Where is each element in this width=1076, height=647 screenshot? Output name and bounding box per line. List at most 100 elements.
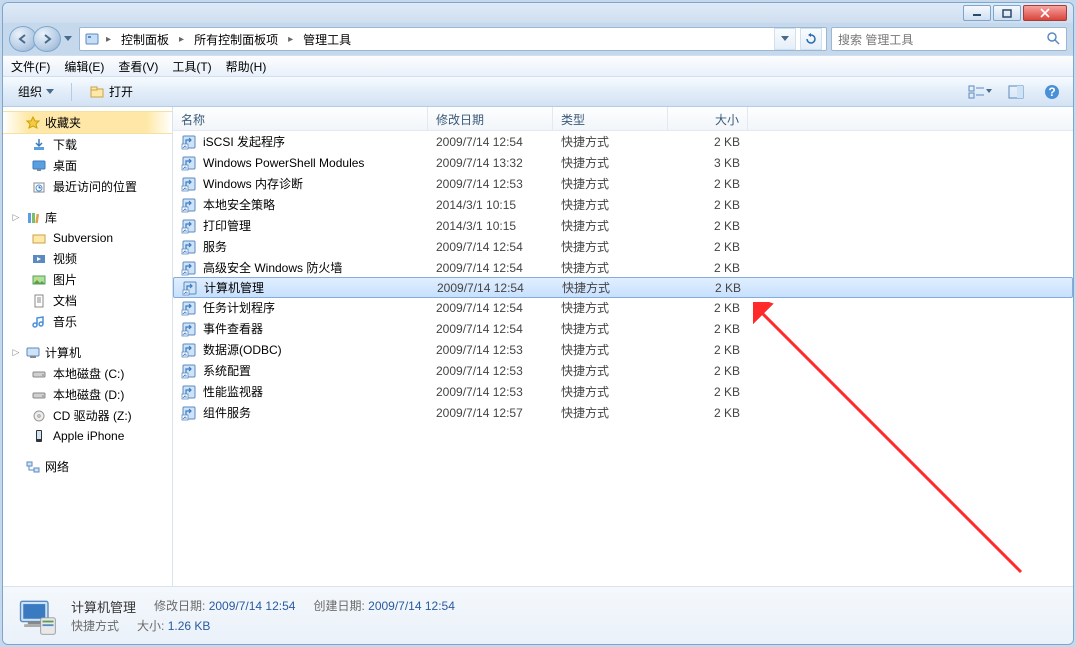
shortcut-icon <box>181 239 197 255</box>
file-row[interactable]: 计算机管理2009/7/14 12:54快捷方式2 KB <box>173 277 1073 298</box>
sidebar-item-iphone[interactable]: Apple iPhone <box>3 426 172 446</box>
file-row[interactable]: 数据源(ODBC)2009/7/14 12:53快捷方式2 KB <box>173 339 1073 360</box>
sidebar-item-subversion[interactable]: Subversion <box>3 228 172 248</box>
file-row[interactable]: Windows PowerShell Modules2009/7/14 13:3… <box>173 152 1073 173</box>
column-date[interactable]: 修改日期 <box>428 107 553 130</box>
file-type: 快捷方式 <box>553 299 668 316</box>
sidebar-libraries[interactable]: ▷ 库 <box>3 207 172 228</box>
video-icon <box>31 251 47 267</box>
file-type: 快捷方式 <box>553 154 668 171</box>
sidebar-item-downloads[interactable]: 下载 <box>3 134 172 155</box>
file-size: 2 KB <box>668 322 748 336</box>
forward-button[interactable] <box>33 26 61 52</box>
file-row[interactable]: 事件查看器2009/7/14 12:54快捷方式2 KB <box>173 318 1073 339</box>
file-type: 快捷方式 <box>553 404 668 421</box>
breadcrumb-item[interactable]: 管理工具 <box>299 31 355 48</box>
menu-edit[interactable]: 编辑(E) <box>64 58 104 75</box>
file-size: 2 KB <box>669 281 749 295</box>
chevron-right-icon: ▸ <box>104 34 113 45</box>
preview-pane-button[interactable] <box>1003 81 1029 103</box>
shortcut-icon <box>181 321 197 337</box>
picture-icon <box>31 272 47 288</box>
file-date: 2014/3/1 10:15 <box>428 219 553 233</box>
sidebar-item-documents[interactable]: 文档 <box>3 290 172 311</box>
address-bar[interactable]: ▸ 控制面板 ▸ 所有控制面板项 ▸ 管理工具 <box>79 27 827 51</box>
chevron-right-icon: ▸ <box>177 34 186 45</box>
menu-view[interactable]: 查看(V) <box>118 58 158 75</box>
file-row[interactable]: 组件服务2009/7/14 12:57快捷方式2 KB <box>173 402 1073 423</box>
column-name[interactable]: 名称 <box>173 107 428 130</box>
organize-button[interactable]: 组织 <box>11 79 61 104</box>
maximize-button[interactable] <box>993 5 1021 21</box>
file-name: 服务 <box>203 238 227 255</box>
file-list[interactable]: iSCSI 发起程序2009/7/14 12:54快捷方式2 KBWindows… <box>173 131 1073 586</box>
search-input[interactable]: 搜索 管理工具 <box>831 27 1067 51</box>
computer-icon <box>25 345 41 361</box>
address-dropdown[interactable] <box>774 28 796 50</box>
file-row[interactable]: 系统配置2009/7/14 12:53快捷方式2 KB <box>173 360 1073 381</box>
sidebar-computer[interactable]: ▷ 计算机 <box>3 342 172 363</box>
minimize-button[interactable] <box>963 5 991 21</box>
file-size: 2 KB <box>668 385 748 399</box>
file-name: 数据源(ODBC) <box>203 341 282 358</box>
sidebar-item-desktop[interactable]: 桌面 <box>3 155 172 176</box>
file-row[interactable]: 本地安全策略2014/3/1 10:15快捷方式2 KB <box>173 194 1073 215</box>
column-size[interactable]: 大小 <box>668 107 748 130</box>
sidebar-favorites[interactable]: 收藏夹 <box>3 111 172 134</box>
file-name: Windows PowerShell Modules <box>203 156 364 170</box>
file-row[interactable]: 性能监视器2009/7/14 12:53快捷方式2 KB <box>173 381 1073 402</box>
file-size: 2 KB <box>668 219 748 233</box>
file-name: 组件服务 <box>203 404 251 421</box>
sidebar-item-music[interactable]: 音乐 <box>3 311 172 332</box>
sidebar-item-disk-d[interactable]: 本地磁盘 (D:) <box>3 384 172 405</box>
sidebar-item-cd-z[interactable]: CD 驱动器 (Z:) <box>3 405 172 426</box>
breadcrumb-item[interactable]: 所有控制面板项 <box>190 31 282 48</box>
breadcrumb-item[interactable]: 控制面板 <box>117 31 173 48</box>
file-row[interactable]: 打印管理2014/3/1 10:15快捷方式2 KB <box>173 215 1073 236</box>
menu-help[interactable]: 帮助(H) <box>226 58 267 75</box>
nav-history-dropdown[interactable] <box>61 26 75 52</box>
file-name: 事件查看器 <box>203 320 263 337</box>
file-type: 快捷方式 <box>553 259 668 276</box>
file-date: 2009/7/14 12:54 <box>429 281 554 295</box>
view-options-button[interactable] <box>967 81 993 103</box>
shortcut-icon <box>181 260 197 276</box>
file-type: 快捷方式 <box>553 320 668 337</box>
recent-icon <box>31 179 47 195</box>
location-icon <box>84 31 100 47</box>
file-type: 快捷方式 <box>553 217 668 234</box>
menu-file[interactable]: 文件(F) <box>11 58 50 75</box>
file-row[interactable]: 服务2009/7/14 12:54快捷方式2 KB <box>173 236 1073 257</box>
open-button[interactable]: 打开 <box>82 79 140 104</box>
file-date: 2009/7/14 12:53 <box>428 343 553 357</box>
file-size: 3 KB <box>668 156 748 170</box>
navigation-sidebar[interactable]: 收藏夹 下载 桌面 最近访问的位置 ▷ 库 Subversion 视频 图片 文… <box>3 107 173 586</box>
file-row[interactable]: 任务计划程序2009/7/14 12:54快捷方式2 KB <box>173 297 1073 318</box>
file-row[interactable]: Windows 内存诊断2009/7/14 12:53快捷方式2 KB <box>173 173 1073 194</box>
address-bar-row: ▸ 控制面板 ▸ 所有控制面板项 ▸ 管理工具 搜索 管理工具 <box>3 23 1073 55</box>
menu-tools[interactable]: 工具(T) <box>172 58 211 75</box>
help-button[interactable]: ? <box>1039 81 1065 103</box>
sidebar-item-disk-c[interactable]: 本地磁盘 (C:) <box>3 363 172 384</box>
shortcut-icon <box>181 342 197 358</box>
refresh-button[interactable] <box>800 28 822 50</box>
sidebar-network[interactable]: 网络 <box>3 456 172 477</box>
folder-icon <box>31 230 47 246</box>
document-icon <box>31 293 47 309</box>
search-placeholder: 搜索 管理工具 <box>838 31 913 48</box>
file-date: 2009/7/14 12:57 <box>428 406 553 420</box>
file-row[interactable]: 高级安全 Windows 防火墙2009/7/14 12:54快捷方式2 KB <box>173 257 1073 278</box>
close-button[interactable] <box>1023 5 1067 21</box>
shortcut-icon <box>181 218 197 234</box>
file-name: 性能监视器 <box>203 383 263 400</box>
file-name: 系统配置 <box>203 362 251 379</box>
shortcut-icon <box>181 384 197 400</box>
sidebar-item-pictures[interactable]: 图片 <box>3 269 172 290</box>
column-type[interactable]: 类型 <box>553 107 668 130</box>
sidebar-item-recent[interactable]: 最近访问的位置 <box>3 176 172 197</box>
shortcut-icon <box>181 155 197 171</box>
file-size: 2 KB <box>668 364 748 378</box>
file-row[interactable]: iSCSI 发起程序2009/7/14 12:54快捷方式2 KB <box>173 131 1073 152</box>
sidebar-item-videos[interactable]: 视频 <box>3 248 172 269</box>
drive-icon <box>31 387 47 403</box>
